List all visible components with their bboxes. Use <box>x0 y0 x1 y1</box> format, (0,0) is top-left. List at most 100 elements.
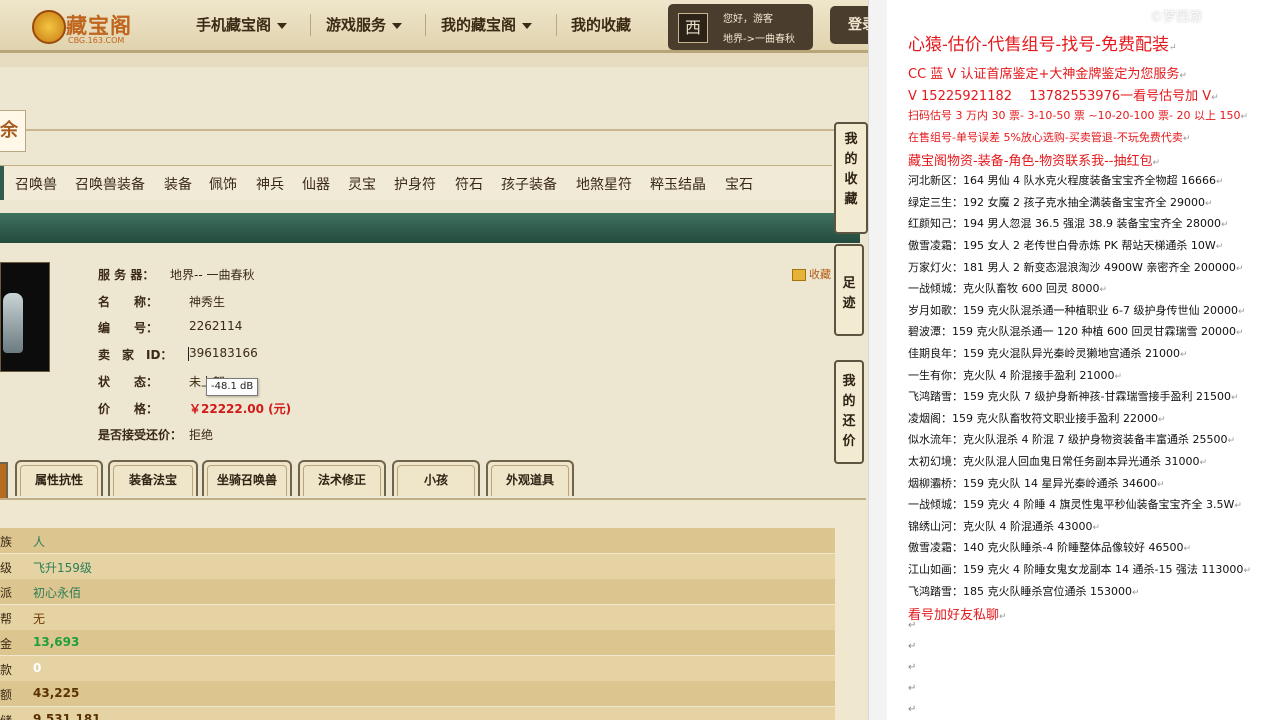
empty-line: ↵ <box>908 641 917 652</box>
side-tab-my-favorites[interactable]: 我的收藏 <box>834 122 868 234</box>
line-text: 锦绣山河：克火队 4 阶混通杀 43000 <box>908 519 1093 533</box>
line-text: 万家灯火：181 男人 2 新变态混浪淘沙 4900W 亲密齐全 200000 <box>908 260 1236 274</box>
bargain-label: 是否接受还价： <box>98 428 183 442</box>
tab-attributes[interactable]: 属性抗性 <box>15 460 103 496</box>
category-equipment[interactable]: 装备 <box>164 174 192 194</box>
document-line: CC 蓝 V 认证首席鉴定+大神金牌鉴定为您服务↵ <box>908 63 1187 82</box>
bargain-value: 拒绝 <box>189 428 214 442</box>
login-button[interactable]: 登录 <box>830 6 868 44</box>
tab-frame <box>20 465 98 496</box>
line-text: 绿定三生：192 女魔 2 孩子克水抽全满装备宝宝齐全 29000 <box>908 195 1205 209</box>
caret-down-icon <box>277 22 288 29</box>
document-line: 藏宝阁物资-装备-角色-物资联系我--抽红包↵ <box>908 150 1160 169</box>
category-jade-crystals[interactable]: 粹玉结晶 <box>650 174 706 194</box>
paragraph-mark: ↵ <box>1237 306 1246 317</box>
paragraph-mark: ↵ <box>1131 587 1140 598</box>
line-text: 飞鸿踏雪：185 克火队睡杀宫位通杀 153000 <box>908 584 1132 598</box>
stat-value: 初心永佰 <box>33 586 82 600</box>
tab-mounts-pets[interactable]: 坐骑召唤兽 <box>202 460 292 496</box>
paragraph-mark: ↵ <box>1220 220 1229 231</box>
logo[interactable]: 藏宝阁 CBG.163.COM <box>28 6 140 45</box>
category-spirit-treasures[interactable]: 灵宝 <box>348 174 376 194</box>
stat-key: 帮 <box>0 611 13 626</box>
paragraph-mark: ↵ <box>1156 479 1165 490</box>
category-amulets[interactable]: 护身符 <box>394 174 436 194</box>
stat-value: 13,693 <box>33 635 80 649</box>
line-text: 飞鸿踏雪：159 克火队 7 级护身新神孩-甘霖瑞雪接手盈利 21500 <box>908 390 1231 404</box>
document-line: 烟柳灞桥：159 克火队 14 星异光秦岭通杀 34600↵ <box>908 475 1165 491</box>
seller-label: 卖 家 ID： <box>98 348 173 362</box>
category-gems[interactable]: 宝石 <box>725 174 753 194</box>
category-bar-edge <box>0 166 4 200</box>
category-bar: 召唤兽 召唤兽装备 装备 佩饰 神兵 仙器 灵宝 护身符 符石 孩子装备 地煞星… <box>0 165 832 200</box>
paragraph-mark: ↵ <box>1179 71 1187 81</box>
paragraph-mark: ↵ <box>1179 350 1188 360</box>
category-pet-equipment[interactable]: 召唤兽装备 <box>75 174 145 194</box>
tab-spell-correction[interactable]: 法术修正 <box>298 460 386 496</box>
category-immortal-artifacts[interactable]: 仙器 <box>302 174 330 194</box>
nav-label: 游戏服务 <box>326 16 387 34</box>
document-line: 看号加好友私聊↵ <box>908 604 1007 623</box>
category-divine-weapons[interactable]: 神兵 <box>256 174 284 194</box>
nav-game-service[interactable]: 游戏服务 <box>326 14 403 35</box>
detail-tabs: 属性抗性 装备法宝 坐骑召唤兽 法术修正 小孩 外观道具 <box>0 460 868 498</box>
favorite-button[interactable]: 收藏 <box>792 266 831 282</box>
tab-equipment[interactable]: 装备法宝 <box>108 460 198 496</box>
line-text: 似水流年：克火队混杀 4 阶混 7 级护身物资装备丰富通杀 25500 <box>908 433 1228 447</box>
window-divider[interactable] <box>868 0 888 720</box>
paragraph-mark: ↵ <box>1157 414 1166 425</box>
tab-children[interactable]: 小孩 <box>392 460 480 496</box>
nav-mobile-cbg[interactable]: 手机藏宝阁 <box>196 14 288 35</box>
character-portrait[interactable] <box>0 262 50 372</box>
paragraph-mark: ↵ <box>1234 501 1242 512</box>
document-line: 太初幻境：克火队混人回血鬼日常任务副本异光通杀 31000↵ <box>908 453 1207 469</box>
character-figure <box>3 293 23 353</box>
server-value: 地界-- 一曲春秋 <box>170 268 255 282</box>
document-line: 飞鸿踏雪：185 克火队睡杀宫位通杀 153000↵ <box>908 583 1140 599</box>
id-label: 编 号： <box>98 321 159 335</box>
side-tab-label: 我的收藏 <box>844 132 858 207</box>
line-text: 佳期良年：159 克火混队异光秦岭灵獭地宫通杀 21000 <box>908 347 1180 360</box>
name-label: 名 称： <box>98 295 159 309</box>
document-line: 傲雪凌霜：140 克火队睡杀-4 阶睡整体品像较好 46500↵ <box>908 539 1191 555</box>
tab-appearance[interactable]: 外观道具 <box>486 460 574 496</box>
document-line: 一战倾城：159 克火 4 阶睡 4 旗灵性鬼平秒仙装备宝宝齐全 3.5W↵ <box>908 496 1242 512</box>
user-info-box[interactable]: 西 您好，游客 地界->一曲春秋 <box>668 4 813 50</box>
document-line: V 15225921182 13782553976一看号估号加 V↵ <box>908 85 1219 104</box>
stat-value: 9,531,181 <box>33 711 101 720</box>
table-row: 帮无 <box>0 604 835 630</box>
paragraph-mark: ↵ <box>1235 328 1244 339</box>
side-tab-footprints[interactable]: 足迹 <box>834 244 864 336</box>
document-line: 红颜知己：194 男人忽混 36.5 强混 38.9 装备宝宝齐全 28000↵ <box>908 215 1229 231</box>
empty-line: ↵ <box>908 662 917 673</box>
stat-value: 人 <box>33 535 46 549</box>
category-child-equipment[interactable]: 孩子装备 <box>501 174 557 194</box>
paragraph-mark: ↵ <box>1204 198 1213 209</box>
tab-frame <box>491 465 569 496</box>
caret-down-icon <box>522 22 533 29</box>
category-star-talismans[interactable]: 地煞星符 <box>576 174 632 194</box>
user-server: 地界->一曲春秋 <box>723 34 795 45</box>
tab-frame <box>113 465 193 496</box>
star-folder-icon <box>792 269 806 281</box>
paragraph-mark: ↵ <box>1235 263 1244 274</box>
line-text: 红颜知己：194 男人忽混 36.5 强混 38.9 装备宝宝齐全 28000 <box>908 217 1221 231</box>
category-pets[interactable]: 召唤兽 <box>15 174 57 194</box>
category-rune-stones[interactable]: 符石 <box>455 174 483 194</box>
category-accessories[interactable]: 佩饰 <box>209 174 237 194</box>
stat-key: 派 <box>0 586 13 600</box>
nav-my-cbg[interactable]: 我的藏宝阁 <box>441 14 533 35</box>
attributes-panel: 族人级飞升159级派初心永佰帮无金13,693款0额43,225储9,531,1… <box>0 498 866 720</box>
empty-line: ↵ <box>908 683 917 694</box>
document-line: 岁月如歌：159 克火队混杀通一种植职业 6-7 级护身传世仙 20000↵ <box>908 302 1246 318</box>
document-line: 河北新区：164 男仙 4 队水克火程度装备宝宝齐全物超 16666↵ <box>908 172 1224 188</box>
avatar: 西 <box>678 13 708 43</box>
table-row: 级 飞升159级 <box>0 553 835 579</box>
divider <box>25 129 835 131</box>
price-label: 价 格： <box>98 402 159 416</box>
nav-my-favorites[interactable]: 我的收藏 <box>571 14 631 35</box>
line-text: 看号加好友私聊 <box>908 608 1000 624</box>
paragraph-mark: ↵ <box>1215 242 1224 252</box>
side-tab-my-bargains[interactable]: 我的还价 <box>834 360 864 464</box>
paragraph-mark: ↵ <box>1182 133 1191 144</box>
